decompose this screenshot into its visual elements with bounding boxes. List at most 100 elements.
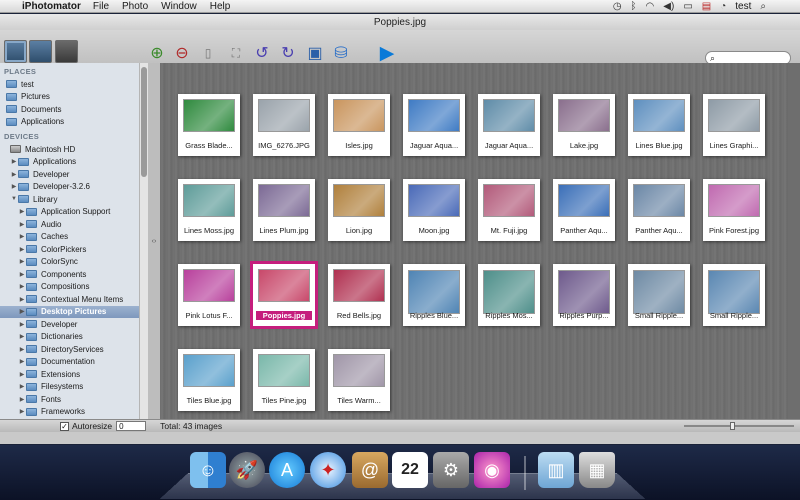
disclosure-collapsed-icon[interactable]: ▶ [18, 271, 26, 278]
sidebar-tree-item[interactable]: Macintosh HD [0, 143, 147, 156]
menu-window[interactable]: Window [161, 1, 197, 12]
view-mode-medium-button[interactable] [29, 40, 52, 63]
play-slideshow-icon[interactable]: ▶ [376, 42, 398, 64]
sidebar-place-item[interactable]: test [0, 78, 147, 91]
sidebar-place-item[interactable]: Applications [0, 116, 147, 129]
menu-file[interactable]: File [93, 1, 109, 12]
view-mode-list-button[interactable] [55, 40, 78, 63]
disclosure-collapsed-icon[interactable]: ▶ [18, 246, 26, 253]
disclosure-collapsed-icon[interactable]: ▶ [18, 258, 26, 265]
photo-thumbnail[interactable]: Ripples Purp... [553, 264, 615, 326]
disclosure-collapsed-icon[interactable]: ▶ [18, 296, 26, 303]
menu-user-name[interactable]: test [735, 1, 751, 12]
photo-thumbnail[interactable]: Lines Plum.jpg [253, 179, 315, 241]
window-titlebar[interactable]: Poppies.jpg [0, 14, 800, 30]
time-machine-icon[interactable]: ◷ [613, 1, 622, 12]
spotlight-icon[interactable]: ⌕ [760, 1, 766, 12]
clock-icon[interactable]: ◔ [720, 1, 726, 12]
sidebar-tree-item[interactable]: ▶ Developer [0, 168, 147, 181]
sidebar-tree-item[interactable]: ▼ Library [0, 193, 147, 206]
photo-thumbnail[interactable]: Panther Aqu... [553, 179, 615, 241]
sidebar-tree-item[interactable]: ▶ Caches [0, 231, 147, 244]
address-book-icon[interactable]: @ [352, 452, 388, 488]
finder-icon[interactable]: ☺ [190, 452, 226, 488]
disclosure-collapsed-icon[interactable]: ▶ [18, 308, 26, 315]
disclosure-collapsed-icon[interactable]: ▶ [10, 158, 18, 165]
thumbnail-size-slider[interactable] [684, 422, 794, 430]
photo-thumbnail[interactable]: Tiles Blue.jpg [178, 349, 240, 411]
split-view-divider[interactable]: ‹› [148, 63, 160, 419]
disclosure-collapsed-icon[interactable]: ▶ [18, 233, 26, 240]
photo-thumbnail[interactable]: Lines Moss.jpg [178, 179, 240, 241]
disclosure-collapsed-icon[interactable]: ▶ [18, 408, 26, 415]
app-store-icon[interactable]: A [269, 452, 305, 488]
content-scrollbar[interactable] [788, 63, 800, 419]
photo-thumbnail[interactable]: Red Bells.jpg [328, 264, 390, 326]
battery-icon[interactable]: ▭ [683, 1, 692, 12]
sidebar-tree-item[interactable]: ▶ ColorPickers [0, 243, 147, 256]
trash-photo-icon[interactable]: ⛁ [330, 42, 352, 64]
rotate-right-icon[interactable]: ↻ [277, 42, 299, 64]
photo-thumbnail[interactable]: Grass Blade... [178, 94, 240, 156]
sidebar-tree-item[interactable]: ▶ Developer [0, 318, 147, 331]
sidebar-tree-item[interactable]: ▶ Extensions [0, 368, 147, 381]
photo-thumbnail[interactable]: Ripples Mos... [478, 264, 540, 326]
iphotomator-icon[interactable]: ◉ [474, 452, 510, 488]
sidebar-tree-item[interactable]: ▶ Contextual Menu Items [0, 293, 147, 306]
photo-thumbnail[interactable]: Jaguar Aqua... [403, 94, 465, 156]
sidebar-tree-item[interactable]: ▶ Applications [0, 156, 147, 169]
photo-thumbnail[interactable]: Pink Forest.jpg [703, 179, 765, 241]
rocket-icon[interactable]: 🚀 [229, 452, 265, 488]
photo-thumbnail[interactable]: Tiles Pine.jpg [253, 349, 315, 411]
set-desktop-icon[interactable]: ▣ [304, 42, 326, 64]
safari-icon[interactable]: ✦ [310, 452, 346, 488]
photo-thumbnail[interactable]: Tiles Warm... [328, 349, 390, 411]
photo-thumbnail[interactable]: Jaguar Aqua... [478, 94, 540, 156]
zoom-out-icon[interactable]: ⊖ [171, 42, 193, 64]
disclosure-collapsed-icon[interactable]: ▶ [18, 371, 26, 378]
sidebar-place-item[interactable]: Pictures [0, 91, 147, 104]
sidebar-scroll-thumb[interactable] [141, 67, 147, 177]
bluetooth-icon[interactable]: ᛒ [631, 1, 637, 12]
disclosure-collapsed-icon[interactable]: ▶ [18, 208, 26, 215]
disclosure-collapsed-icon[interactable]: ▶ [18, 321, 26, 328]
disclosure-collapsed-icon[interactable]: ▶ [18, 358, 26, 365]
system-preferences-icon[interactable]: ⚙ [433, 452, 469, 488]
photo-thumbnail[interactable]: Small Ripple... [703, 264, 765, 326]
trash-icon[interactable]: ▦ [579, 452, 615, 488]
photo-thumbnail[interactable]: Ripples Blue... [403, 264, 465, 326]
photo-thumbnail[interactable]: Lines Blue.jpg [628, 94, 690, 156]
autoresize-checkbox[interactable]: ✓ [60, 421, 69, 431]
sidebar-tree-item[interactable]: ▶ Frameworks [0, 406, 147, 419]
sidebar-tree-item[interactable]: ▶ Dictionaries [0, 331, 147, 344]
sidebar-scrollbar[interactable] [139, 63, 148, 419]
disclosure-collapsed-icon[interactable]: ▶ [18, 346, 26, 353]
sidebar-tree-item[interactable]: ▶ Components [0, 268, 147, 281]
sidebar-tree-item[interactable]: ▶ Desktop Pictures [0, 305, 147, 318]
slider-knob[interactable] [730, 422, 735, 430]
autoresize-value-field[interactable]: 0 [116, 421, 147, 431]
menu-app-name[interactable]: iPhotomator [22, 1, 81, 12]
rotate-left-icon[interactable]: ↺ [251, 42, 273, 64]
photo-thumbnail[interactable]: Mt. Fuji.jpg [478, 179, 540, 241]
sidebar-tree-item[interactable]: ▶ ColorSync [0, 256, 147, 269]
photo-thumbnail[interactable]: Small Ripple... [628, 264, 690, 326]
sidebar-tree-item[interactable]: ▶ Audio [0, 218, 147, 231]
disclosure-collapsed-icon[interactable]: ▶ [10, 183, 18, 190]
zoom-in-icon[interactable]: ⊕ [146, 42, 168, 64]
disclosure-collapsed-icon[interactable]: ▶ [18, 333, 26, 340]
photo-thumbnail[interactable]: Poppies.jpg [250, 261, 318, 329]
sidebar-tree-item[interactable]: ▶ Fonts [0, 393, 147, 406]
sidebar-tree-item[interactable]: ▶ Compositions [0, 281, 147, 294]
photo-thumbnail[interactable]: IMG_6276.JPG [253, 94, 315, 156]
fit-screen-icon[interactable]: ⛶ [225, 42, 247, 64]
photo-thumbnail[interactable]: Lake.jpg [553, 94, 615, 156]
menu-help[interactable]: Help [210, 1, 231, 12]
actual-size-icon[interactable]: ▯ [197, 42, 219, 64]
disclosure-collapsed-icon[interactable]: ▶ [10, 171, 18, 178]
photo-thumbnail[interactable]: Lion.jpg [328, 179, 390, 241]
photo-thumbnail[interactable]: Panther Aqu... [628, 179, 690, 241]
menu-photo[interactable]: Photo [122, 1, 148, 12]
disclosure-expanded-icon[interactable]: ▼ [10, 196, 18, 202]
sidebar-tree-item[interactable]: ▶ Developer-3.2.6 [0, 181, 147, 194]
